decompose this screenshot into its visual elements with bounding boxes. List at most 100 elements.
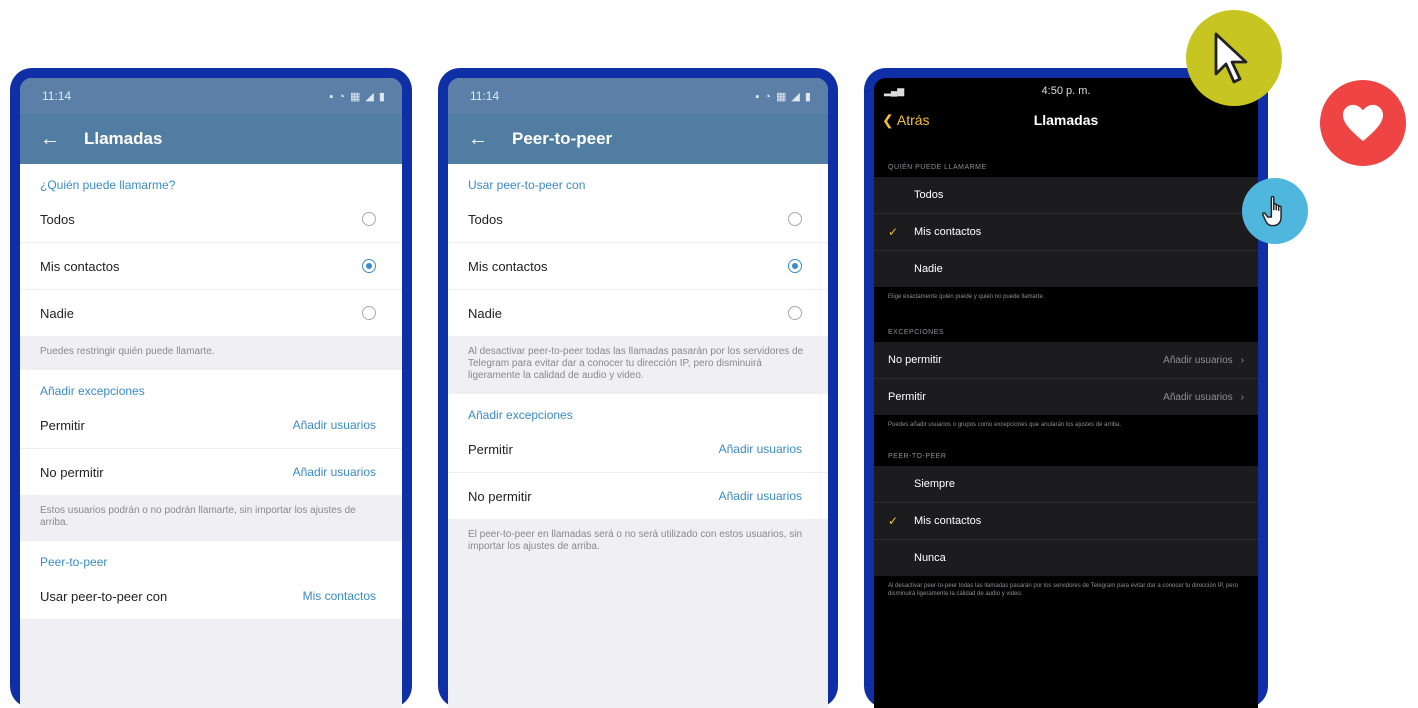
option-label: Todos [40,211,75,227]
hand-pointer-badge [1242,178,1308,244]
radio-icon[interactable] [362,212,376,226]
option-label: Mis contactos [914,515,982,527]
back-label: Atrás [896,111,930,128]
option-mis-contactos[interactable]: ✓ Mis contactos [874,214,1258,251]
add-users-link[interactable]: Añadir usuarios [719,442,802,456]
option-todos[interactable]: Todos [874,177,1258,214]
add-users-link[interactable]: Añadir usuarios [293,418,376,432]
signal-icon: ▂▄▆ [884,85,905,96]
page-title: Llamadas [84,129,163,148]
status-time: 11:14 [470,89,500,103]
section-note: Al desactivar peer-to-peer todas las lla… [448,336,828,394]
peer-to-peer-group: Siempre ✓ Mis contactos Nunca [874,466,1258,576]
heart-badge [1320,80,1406,166]
row-value: Añadir usuarios [1163,354,1233,366]
section-header: Usar peer-to-peer con [468,178,586,192]
section-note: El peer-to-peer en llamadas será o no se… [448,519,828,565]
option-label: Nadie [914,263,943,275]
p2p-value-link[interactable]: Mis contactos [303,589,376,603]
option-mis-contactos[interactable]: Mis contactos [20,243,402,290]
row-label: No permitir [40,464,104,480]
screen: 11:14 ▪ ◔ ▦ ◢ ▮ ← Peer-to-peer Usar peer… [448,78,828,708]
row-permitir[interactable]: Permitir Añadir usuarios › [874,379,1258,415]
option-nadie[interactable]: Nadie [20,290,402,336]
radio-icon[interactable] [788,212,802,226]
row-no-permitir[interactable]: No permitir Añadir usuarios [448,473,828,519]
use-p2p-section: Usar peer-to-peer con Todos Mis contacto… [448,164,828,336]
radio-icon[interactable] [362,306,376,320]
group-note: Puedes añadir usuarios o grupos como exc… [888,422,1122,428]
option-nunca[interactable]: Nunca [874,540,1258,576]
section-header: ¿Quién puede llamarme? [40,178,176,192]
checkmark-icon: ✓ [888,514,899,528]
checkmark-icon: ✓ [888,225,899,239]
status-icons: ▪ ◔ ▦ ◢ ▮ [755,90,812,103]
page-title: Peer-to-peer [512,129,613,148]
nav-bar: ❮ Atrás Llamadas [874,104,1258,136]
heart-icon [1343,104,1383,142]
app-bar: ← Llamadas [20,114,402,164]
phone-frame-ios-llamadas: ▂▄▆ 4:50 p. m. ❮ Atrás Llamadas QUIÉN PU… [864,68,1268,708]
back-button[interactable]: ❮ Atrás [882,112,930,129]
add-users-link[interactable]: Añadir usuarios [293,465,376,479]
section-header: Añadir excepciones [468,408,573,422]
status-time: 11:14 [42,89,72,103]
option-todos[interactable]: Todos [20,196,402,243]
option-label: Mis contactos [914,226,982,238]
phone-frame-llamadas: 11:14 ▪ ◔ ▦ ◢ ▮ ← Llamadas ¿Quién puede … [10,68,412,708]
option-todos[interactable]: Todos [448,196,828,243]
row-no-permitir[interactable]: No permitir Añadir usuarios › [874,342,1258,379]
app-bar: ← Peer-to-peer [448,114,828,164]
hand-pointer-icon [1262,195,1282,227]
phone-frame-peer-to-peer: 11:14 ▪ ◔ ▦ ◢ ▮ ← Peer-to-peer Usar peer… [438,68,838,708]
row-value: Añadir usuarios [1163,391,1233,403]
radio-selected-icon[interactable] [788,259,802,273]
back-arrow-icon[interactable]: ← [468,128,502,151]
group-header: EXCEPCIONES [888,329,945,336]
group-header: PEER-TO-PEER [888,453,947,460]
option-label: Nadie [468,305,502,321]
arrow-cursor-icon [1214,32,1248,84]
radio-icon[interactable] [788,306,802,320]
back-arrow-icon[interactable]: ← [40,128,74,151]
row-permitir[interactable]: Permitir Añadir usuarios [448,426,828,473]
screen: 11:14 ▪ ◔ ▦ ◢ ▮ ← Llamadas ¿Quién puede … [20,78,402,708]
chevron-left-icon: ❮ [882,111,897,128]
group-header: QUIÉN PUEDE LLAMARME [888,164,987,171]
option-nadie[interactable]: Nadie [448,290,828,336]
status-time: 4:50 p. m. [1041,85,1091,97]
arrow-cursor-badge [1186,10,1282,106]
exceptions-section: Añadir excepciones Permitir Añadir usuari… [448,394,828,519]
option-label: Mis contactos [40,258,120,274]
row-no-permitir[interactable]: No permitir Añadir usuarios [20,449,402,495]
row-label: No permitir [888,354,942,366]
group-note: Al desactivar peer-to-peer todas las lla… [888,583,1238,597]
section-note: Puedes restringir quién puede llamarte. [20,336,402,370]
option-label: Todos [914,189,944,201]
option-siempre[interactable]: Siempre [874,466,1258,503]
option-label: Mis contactos [468,258,548,274]
radio-selected-icon[interactable] [362,259,376,273]
page-title: Llamadas [1033,112,1099,128]
option-nadie[interactable]: Nadie [874,251,1258,287]
row-permitir[interactable]: Permitir Añadir usuarios [20,402,402,449]
row-label: Usar peer-to-peer con [40,588,168,604]
option-mis-contactos[interactable]: Mis contactos [448,243,828,290]
option-label: Nadie [40,305,74,321]
section-note: Estos usuarios podrán o no podrán llamar… [20,495,402,541]
screen: ▂▄▆ 4:50 p. m. ❮ Atrás Llamadas QUIÉN PU… [874,78,1258,708]
chevron-right-icon: › [1240,354,1244,366]
option-label: Siempre [914,478,955,490]
peer-to-peer-section: Peer-to-peer Usar peer-to-peer con Mis co… [20,541,402,619]
option-label: Nunca [914,552,946,564]
row-label: Permitir [468,441,513,457]
section-header: Añadir excepciones [40,384,145,398]
status-bar: 11:14 ▪ ◔ ▦ ◢ ▮ [20,78,402,114]
add-users-link[interactable]: Añadir usuarios [719,489,802,503]
row-label: No permitir [468,488,532,504]
group-note: Elige exactamente quién puede y quién no… [888,294,1045,300]
status-icons: ▪ ◔ ▦ ◢ ▮ [329,90,386,103]
exceptions-group: No permitir Añadir usuarios › Permitir Añad… [874,342,1258,415]
option-mis-contactos[interactable]: ✓ Mis contactos [874,503,1258,540]
row-use-p2p[interactable]: Usar peer-to-peer con Mis contactos [20,573,402,619]
